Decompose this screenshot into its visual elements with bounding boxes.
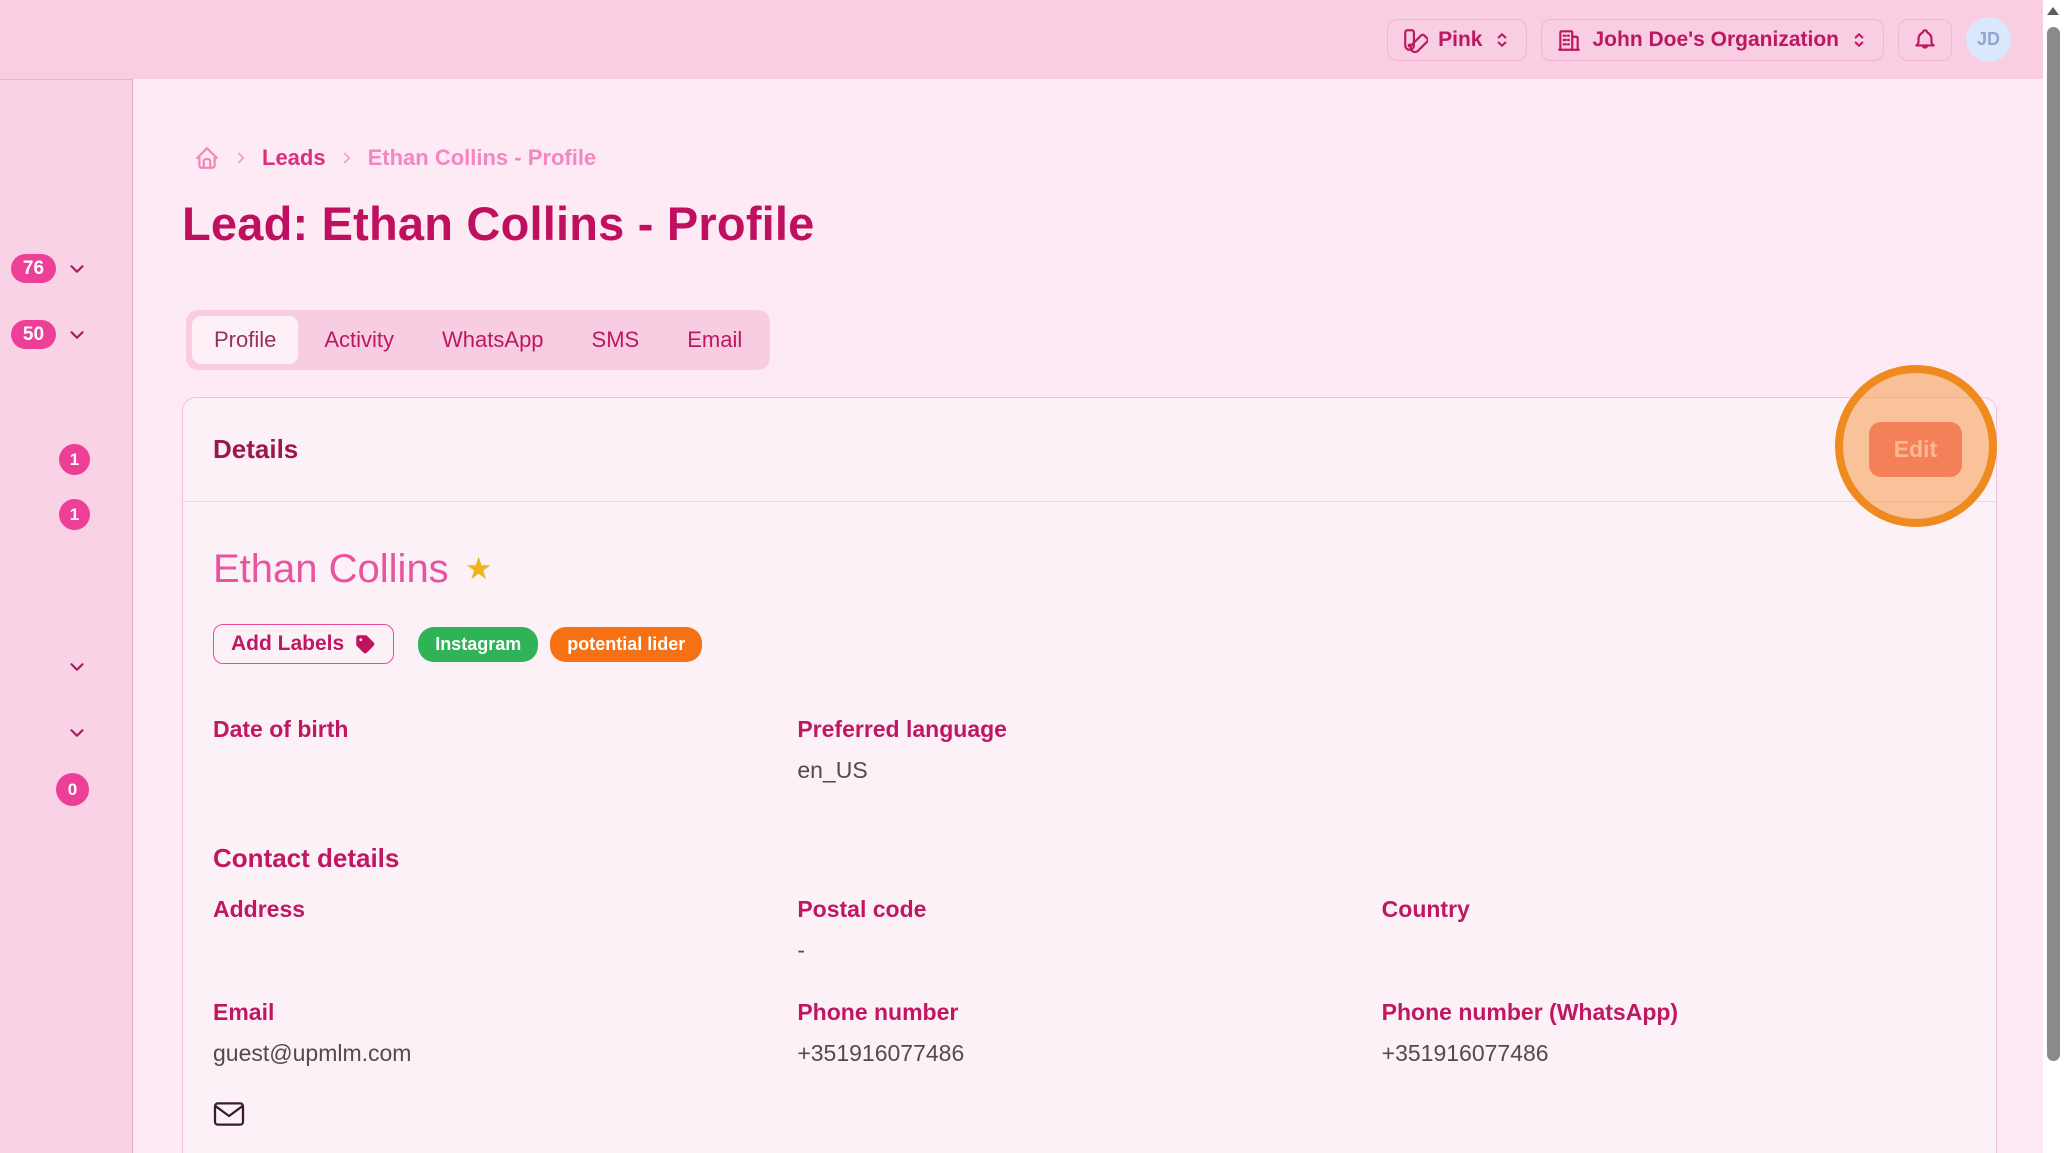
- badge-count: 50: [23, 324, 44, 346]
- breadcrumb-leads-link[interactable]: Leads: [262, 145, 326, 171]
- user-avatar[interactable]: JD: [1966, 17, 2011, 62]
- field-value: guest@upmlm.com: [213, 1040, 797, 1070]
- tab-whatsapp[interactable]: WhatsApp: [420, 316, 566, 364]
- label-chip-instagram: Instagram: [418, 627, 538, 662]
- field-value: +351916077486: [797, 1040, 1381, 1070]
- sidebar-chevron-down-icon[interactable]: [64, 258, 90, 285]
- theme-select-label: Pink: [1438, 28, 1482, 52]
- field-label: Postal code: [797, 896, 1381, 923]
- color-swatch-icon: [1402, 27, 1428, 53]
- field-phone-number: Phone number +351916077486: [797, 999, 1381, 1070]
- tab-email[interactable]: Email: [665, 316, 764, 364]
- field-email: Email guest@upmlm.com: [213, 999, 797, 1070]
- envelope-icon: [213, 1100, 245, 1128]
- tab-profile[interactable]: Profile: [192, 316, 298, 364]
- details-heading: Details: [213, 434, 298, 465]
- field-value: +351916077486: [1382, 1040, 1966, 1070]
- notifications-button[interactable]: [1898, 19, 1952, 61]
- lead-name: Ethan Collins: [213, 544, 449, 594]
- field-value: -: [797, 937, 1381, 967]
- avatar-initials: JD: [1977, 29, 2000, 50]
- field-country: Country: [1382, 896, 1966, 967]
- chevron-right-icon: [338, 149, 356, 167]
- field-label: Country: [1382, 896, 1966, 923]
- tab-sms[interactable]: SMS: [570, 316, 662, 364]
- contact-details-heading: Contact details: [213, 843, 1966, 874]
- details-card: Details Edit Ethan Collins ★ Add Labels: [182, 397, 1997, 1153]
- top-bar: Pink John Doe's Organization: [0, 0, 2043, 79]
- edit-button[interactable]: Edit: [1869, 422, 1962, 477]
- field-value: [213, 937, 797, 967]
- chevron-right-icon: [232, 149, 250, 167]
- organization-select[interactable]: John Doe's Organization: [1541, 19, 1884, 61]
- tab-activity[interactable]: Activity: [302, 316, 416, 364]
- badge-count: 76: [23, 258, 44, 280]
- add-labels-label: Add Labels: [231, 632, 344, 656]
- add-labels-button[interactable]: Add Labels: [213, 624, 394, 664]
- field-value: [1382, 937, 1966, 967]
- field-label: Email: [213, 999, 797, 1026]
- breadcrumb: Leads Ethan Collins - Profile: [194, 145, 2043, 171]
- field-label: Address: [213, 896, 797, 923]
- tab-bar: Profile Activity WhatsApp SMS Email: [186, 310, 770, 370]
- field-value: [213, 757, 797, 787]
- theme-select[interactable]: Pink: [1387, 19, 1527, 61]
- page-title: Lead: Ethan Collins - Profile: [182, 195, 2043, 253]
- field-phone-whatsapp: Phone number (WhatsApp) +351916077486: [1382, 999, 1966, 1070]
- label-chip-potential-lider: potential lider: [550, 627, 702, 662]
- scrollbar-thumb[interactable]: [2047, 27, 2060, 1061]
- organization-select-label: John Doe's Organization: [1592, 28, 1839, 52]
- tag-icon: [354, 633, 376, 655]
- scrollbar-up-arrow[interactable]: [2047, 7, 2059, 15]
- details-card-header: Details Edit: [183, 398, 1996, 502]
- field-date-of-birth: Date of birth: [213, 716, 797, 787]
- field-label: Phone number: [797, 999, 1381, 1026]
- details-card-body: Ethan Collins ★ Add Labels Instagram pot…: [183, 502, 1996, 1133]
- home-icon[interactable]: [194, 145, 220, 171]
- page-scrollbar[interactable]: [2043, 0, 2064, 1153]
- building-icon: [1556, 27, 1582, 53]
- sidebar-badge-contacts[interactable]: 50: [11, 320, 56, 349]
- field-address: Address: [213, 896, 797, 967]
- bell-icon: [1912, 27, 1938, 53]
- field-preferred-language: Preferred language en_US: [797, 716, 1381, 787]
- sidebar-chevron-down-icon[interactable]: [64, 722, 90, 749]
- field-label: Phone number (WhatsApp): [1382, 999, 1966, 1026]
- send-email-button[interactable]: [213, 1100, 245, 1128]
- badge-count: 1: [70, 450, 79, 470]
- badge-count: 0: [68, 780, 77, 800]
- star-icon[interactable]: ★: [465, 554, 493, 584]
- field-value: en_US: [797, 757, 1381, 787]
- selector-updown-icon: [1492, 30, 1512, 50]
- sidebar-badge-item[interactable]: 0: [56, 773, 89, 806]
- badge-count: 1: [70, 505, 79, 525]
- main-content: Leads Ethan Collins - Profile Lead: Etha…: [133, 79, 2043, 1153]
- sidebar-badge-item[interactable]: 1: [59, 499, 90, 530]
- breadcrumb-current: Ethan Collins - Profile: [368, 145, 597, 171]
- sidebar-chevron-down-icon[interactable]: [64, 656, 90, 683]
- selector-updown-icon: [1849, 30, 1869, 50]
- sidebar-chevron-down-icon[interactable]: [64, 324, 90, 351]
- field-label: Preferred language: [797, 716, 1381, 743]
- sidebar-badge-leads[interactable]: 76: [11, 254, 56, 283]
- sidebar-nav: 76 50 1 1 0: [0, 79, 133, 1153]
- field-label: Date of birth: [213, 716, 797, 743]
- field-postal-code: Postal code -: [797, 896, 1381, 967]
- sidebar-badge-item[interactable]: 1: [59, 444, 90, 475]
